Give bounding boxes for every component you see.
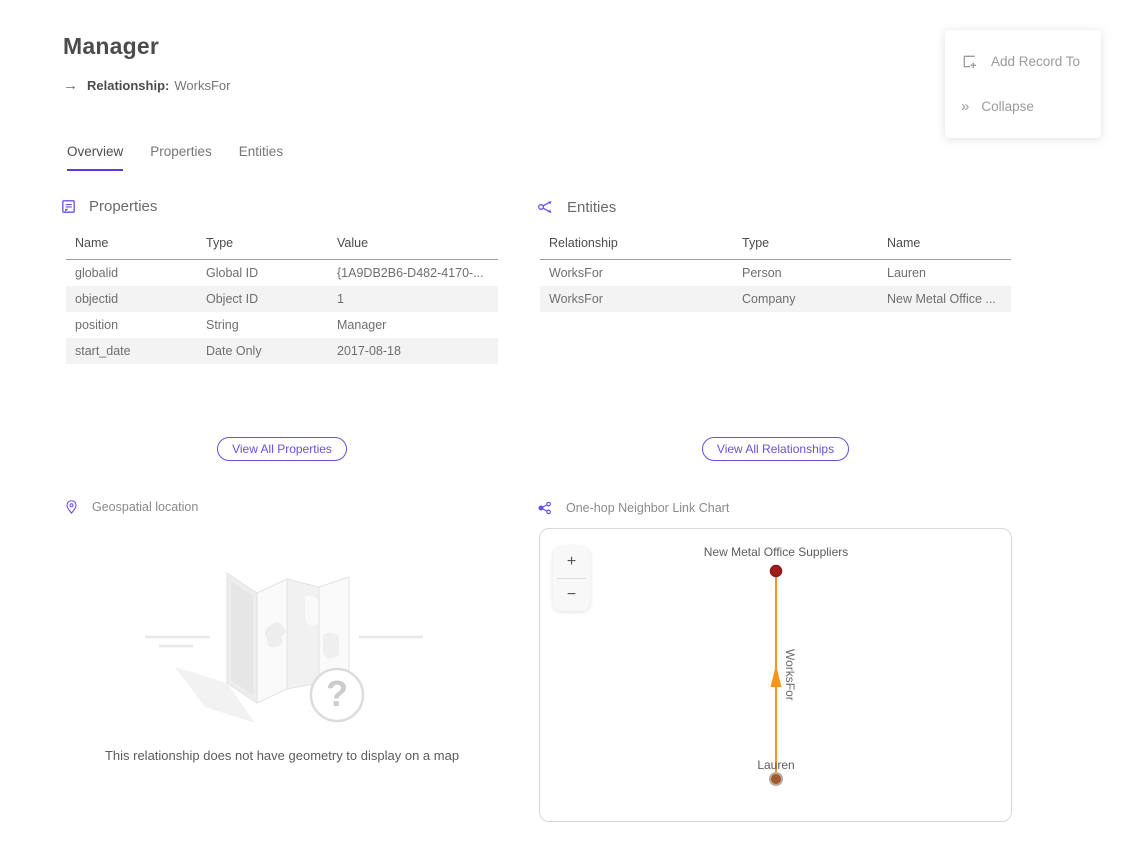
one-hop-icon bbox=[537, 500, 553, 516]
properties-table: Name Type Value globalid Global ID {1A9D… bbox=[66, 229, 498, 364]
zoom-out-button[interactable]: − bbox=[553, 579, 590, 611]
relationship-label: Relationship: bbox=[87, 78, 169, 93]
edge-label-worksfor[interactable]: WorksFor bbox=[783, 649, 797, 701]
table-row: position String Manager bbox=[66, 312, 498, 338]
record-detail-page: Manager → Relationship: WorksFor Add Rec… bbox=[0, 0, 1134, 863]
right-arrow-icon: → bbox=[63, 77, 78, 94]
tab-bar: Overview Properties Entities bbox=[67, 144, 283, 171]
column-header: Type bbox=[733, 229, 878, 260]
menu-item-label: Add Record To bbox=[991, 54, 1080, 69]
column-header: Relationship bbox=[540, 229, 733, 260]
entity-link[interactable]: Lauren bbox=[878, 260, 1011, 287]
cell-relationship: WorksFor bbox=[540, 286, 733, 312]
link-chart-section-header: One-hop Neighbor Link Chart bbox=[537, 500, 729, 516]
cell-value: 2017-08-18 bbox=[328, 338, 498, 364]
cell-relationship: WorksFor bbox=[540, 260, 733, 287]
table-row: start_date Date Only 2017-08-18 bbox=[66, 338, 498, 364]
column-header: Name bbox=[66, 229, 197, 260]
cell-type: Person bbox=[733, 260, 878, 287]
cell-type: Global ID bbox=[197, 260, 328, 287]
properties-icon bbox=[60, 198, 77, 215]
entities-icon bbox=[537, 198, 555, 216]
cell-name: objectid bbox=[66, 286, 197, 312]
tab-entities[interactable]: Entities bbox=[239, 144, 283, 171]
properties-section-header: Properties bbox=[60, 198, 157, 215]
edge-arrow-icon bbox=[771, 665, 782, 687]
column-header: Value bbox=[328, 229, 498, 260]
link-chart-graph bbox=[540, 529, 1011, 821]
zoom-control: + − bbox=[553, 546, 590, 611]
node-person bbox=[770, 773, 782, 785]
map-placeholder-graphic: ? bbox=[127, 545, 437, 735]
page-title: Manager bbox=[63, 33, 159, 60]
link-chart-panel[interactable]: New Metal Office Suppliers WorksFor Laur… bbox=[539, 528, 1012, 822]
map-pin-icon bbox=[64, 499, 79, 515]
cell-name: start_date bbox=[66, 338, 197, 364]
view-all-properties-button[interactable]: View All Properties bbox=[217, 437, 347, 461]
breadcrumb: → Relationship: WorksFor bbox=[63, 77, 230, 94]
cell-type: Object ID bbox=[197, 286, 328, 312]
column-header: Name bbox=[878, 229, 1011, 260]
menu-item-collapse[interactable]: » Collapse bbox=[945, 84, 1101, 129]
cell-type: String bbox=[197, 312, 328, 338]
table-row: WorksFor Person Lauren bbox=[540, 260, 1011, 287]
table-row: objectid Object ID 1 bbox=[66, 286, 498, 312]
entity-link[interactable]: New Metal Office ... bbox=[878, 286, 1011, 312]
add-record-icon bbox=[961, 53, 978, 70]
cell-value: 1 bbox=[328, 286, 498, 312]
view-all-relationships-button[interactable]: View All Relationships bbox=[702, 437, 849, 461]
cell-name: position bbox=[66, 312, 197, 338]
menu-item-add-record-to[interactable]: Add Record To bbox=[945, 39, 1101, 84]
properties-section-title: Properties bbox=[89, 198, 157, 215]
geospatial-section-title: Geospatial location bbox=[92, 500, 198, 514]
no-geometry-message: This relationship does not have geometry… bbox=[46, 748, 518, 763]
geospatial-section-header: Geospatial location bbox=[64, 499, 198, 515]
node-label-person[interactable]: Lauren bbox=[646, 758, 906, 772]
entities-table: Relationship Type Name WorksFor Person L… bbox=[540, 229, 1011, 312]
table-row: globalid Global ID {1A9DB2B6-D482-4170-.… bbox=[66, 260, 498, 287]
svg-text:?: ? bbox=[326, 673, 348, 714]
collapse-icon: » bbox=[961, 98, 968, 115]
entities-section-title: Entities bbox=[567, 199, 616, 216]
tab-overview[interactable]: Overview bbox=[67, 144, 123, 171]
column-header: Type bbox=[197, 229, 328, 260]
map-placeholder: ? bbox=[66, 545, 498, 740]
cell-type: Company bbox=[733, 286, 878, 312]
menu-item-label: Collapse bbox=[981, 99, 1034, 114]
tab-properties[interactable]: Properties bbox=[150, 144, 212, 171]
entities-section-header: Entities bbox=[537, 198, 616, 216]
cell-value: {1A9DB2B6-D482-4170-... bbox=[328, 260, 498, 287]
cell-value: Manager bbox=[328, 312, 498, 338]
node-label-company[interactable]: New Metal Office Suppliers bbox=[646, 545, 906, 559]
node-company bbox=[771, 566, 782, 577]
cell-type: Date Only bbox=[197, 338, 328, 364]
link-chart-section-title: One-hop Neighbor Link Chart bbox=[566, 501, 729, 515]
zoom-in-button[interactable]: + bbox=[553, 546, 590, 578]
cell-name: globalid bbox=[66, 260, 197, 287]
table-row: WorksFor Company New Metal Office ... bbox=[540, 286, 1011, 312]
relationship-value: WorksFor bbox=[174, 78, 230, 93]
context-menu: Add Record To » Collapse bbox=[945, 30, 1101, 138]
